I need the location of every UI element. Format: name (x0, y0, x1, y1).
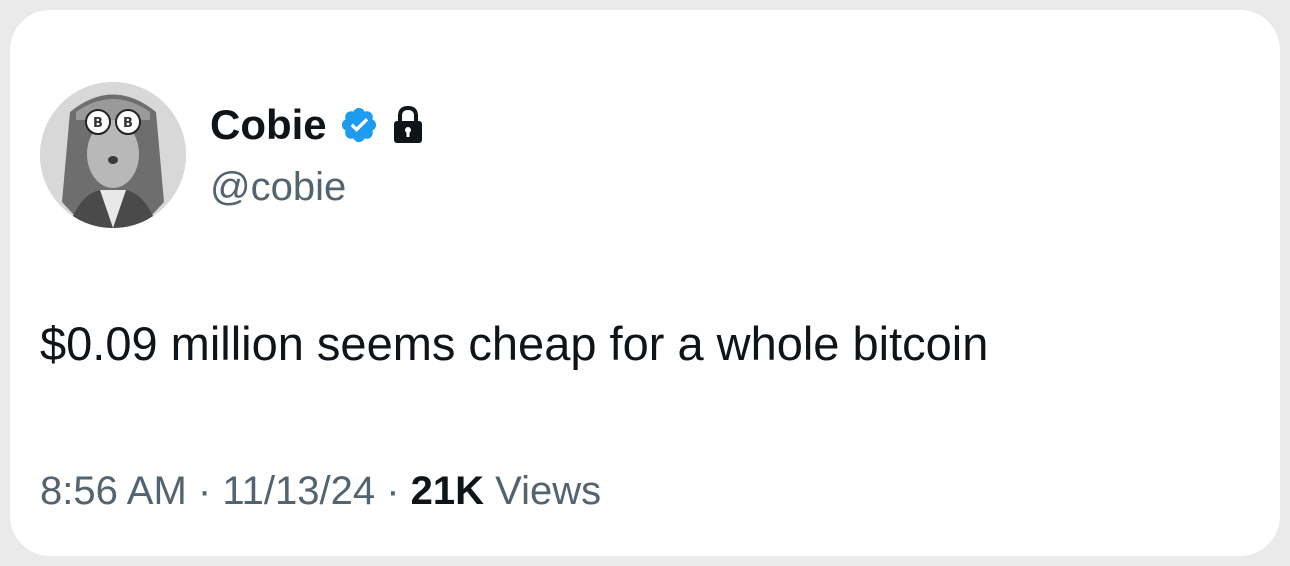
author-handle[interactable]: @cobie (210, 162, 346, 212)
tweet-date[interactable]: 11/13/24 (222, 469, 375, 513)
meta-separator: · (197, 469, 212, 513)
svg-text:B: B (123, 116, 133, 131)
svg-text:B: B (93, 116, 103, 131)
verified-badge-icon[interactable] (339, 105, 379, 145)
meta-separator: · (386, 469, 400, 513)
tweet-meta: 8:56 AM · 11/13/24 · 21K Views (40, 466, 601, 516)
lock-icon (391, 105, 425, 145)
tweet-text: $0.09 million seems cheap for a whole bi… (40, 317, 989, 370)
views-count[interactable]: 21K (411, 469, 484, 513)
avatar[interactable]: B B (40, 82, 186, 228)
tweet-time[interactable]: 8:56 AM (40, 469, 187, 513)
views-label[interactable]: Views (495, 469, 601, 513)
tweet-card: B B Cobie @cobie $0.09 million seems che… (10, 10, 1280, 556)
author-display-name[interactable]: Cobie (210, 100, 327, 150)
author-name-row: Cobie (210, 100, 425, 150)
avatar-image: B B (40, 82, 186, 228)
